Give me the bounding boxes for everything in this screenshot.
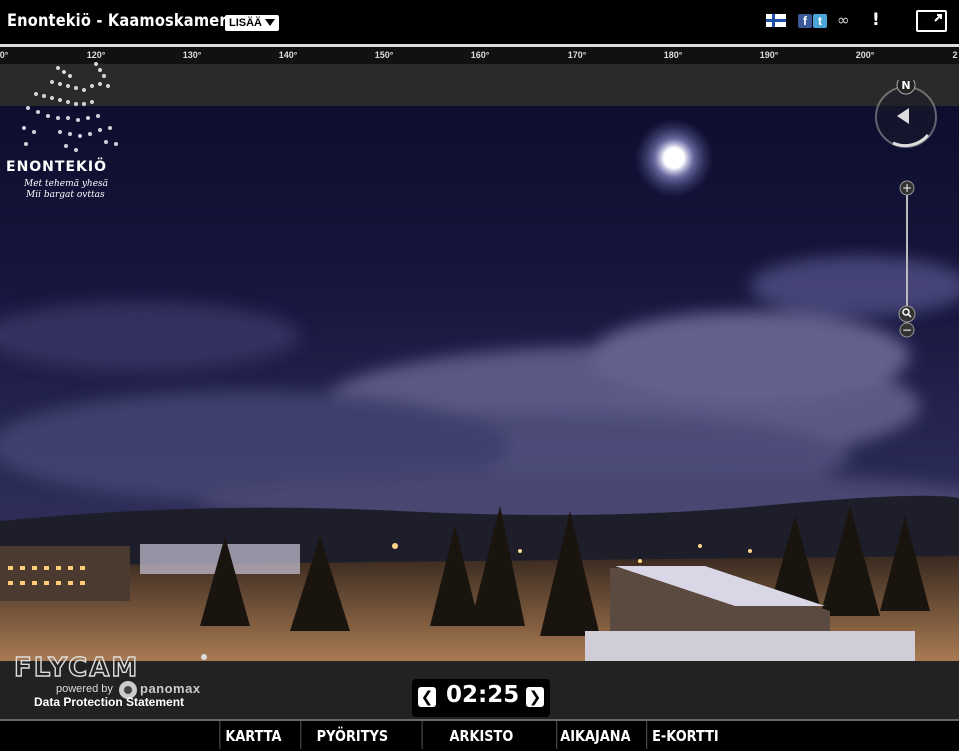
zoom-plus-label: + [902, 181, 912, 195]
zoom-slider[interactable]: + − [896, 178, 918, 343]
ruler-tick: 170° [567, 50, 587, 60]
previous-time-button[interactable]: ❮ [418, 687, 436, 707]
bottom-nav: KARTTA PYÖRITYS ARKISTO AIKAJANA E-KORTT… [0, 719, 959, 749]
nav-e-kortti[interactable]: E-KORTTI [646, 721, 723, 749]
bird-logo-icon [22, 62, 118, 152]
ruler-tick: 140° [278, 50, 298, 60]
night-sky-image [0, 106, 959, 661]
next-time-button[interactable]: ❯ [526, 687, 544, 707]
ruler-tick: 200° [855, 50, 875, 60]
data-protection-link[interactable]: Data Protection Statement [34, 695, 184, 709]
ruler-tick: 150° [374, 50, 394, 60]
logo-name: ENONTEKIÖ [6, 159, 107, 175]
finnish-flag-icon[interactable] [766, 14, 786, 27]
link-icon[interactable]: ∞ [837, 11, 850, 29]
ruler-tick: 180° [663, 50, 683, 60]
ruler-tick: 190° [759, 50, 779, 60]
nav-pyoritys[interactable]: PYÖRITYS [300, 721, 403, 749]
nav-arkisto[interactable]: ARKISTO [421, 721, 541, 749]
popout-icon[interactable] [916, 10, 947, 32]
zoom-minus-label: − [902, 323, 912, 337]
info-icon[interactable]: ! [872, 10, 880, 30]
heading-ruler[interactable]: 0° 120° 130° 140° 150° 160° 170° 180° 19… [0, 44, 959, 64]
powered-by-label: powered by [56, 683, 113, 695]
more-button[interactable]: LISÄÄ [225, 15, 279, 31]
compass-north-label: N [901, 80, 910, 92]
caret-down-icon [265, 18, 275, 26]
nav-kartta[interactable]: KARTTA [219, 721, 286, 749]
more-label: LISÄÄ [229, 17, 262, 29]
page-title: Enontekiö - Kaamoskamera [7, 11, 237, 31]
panorama-view[interactable] [0, 106, 959, 661]
top-bar: Enontekiö - Kaamoskamera LISÄÄ f t ∞ ! [0, 0, 959, 44]
ruler-tick: 2 [952, 50, 958, 60]
logo-tagline-1: Met tehemä yhesä [24, 179, 109, 189]
nav-aikajana[interactable]: AIKAJANA [556, 721, 633, 749]
compass[interactable]: N [873, 75, 941, 150]
overlay-band [0, 64, 959, 106]
facebook-icon[interactable]: f [798, 14, 812, 28]
twitter-icon[interactable]: t [813, 14, 827, 28]
ruler-tick: 160° [470, 50, 490, 60]
time-control: ❮ 02:25 ❯ [412, 679, 550, 717]
enontekio-logo: ENONTEKIÖ Met tehemä yhesä Mii bargat ov… [2, 56, 132, 206]
ruler-tick: 130° [182, 50, 202, 60]
time-display: 02:25 [446, 682, 520, 708]
panomax-label: panomax [140, 681, 201, 696]
flycam-logo-icon: FLYCAM [13, 652, 207, 684]
flycam-brand-text: FLYCAM [14, 653, 139, 682]
logo-tagline-2: Mii bargat ovttas [26, 190, 105, 200]
